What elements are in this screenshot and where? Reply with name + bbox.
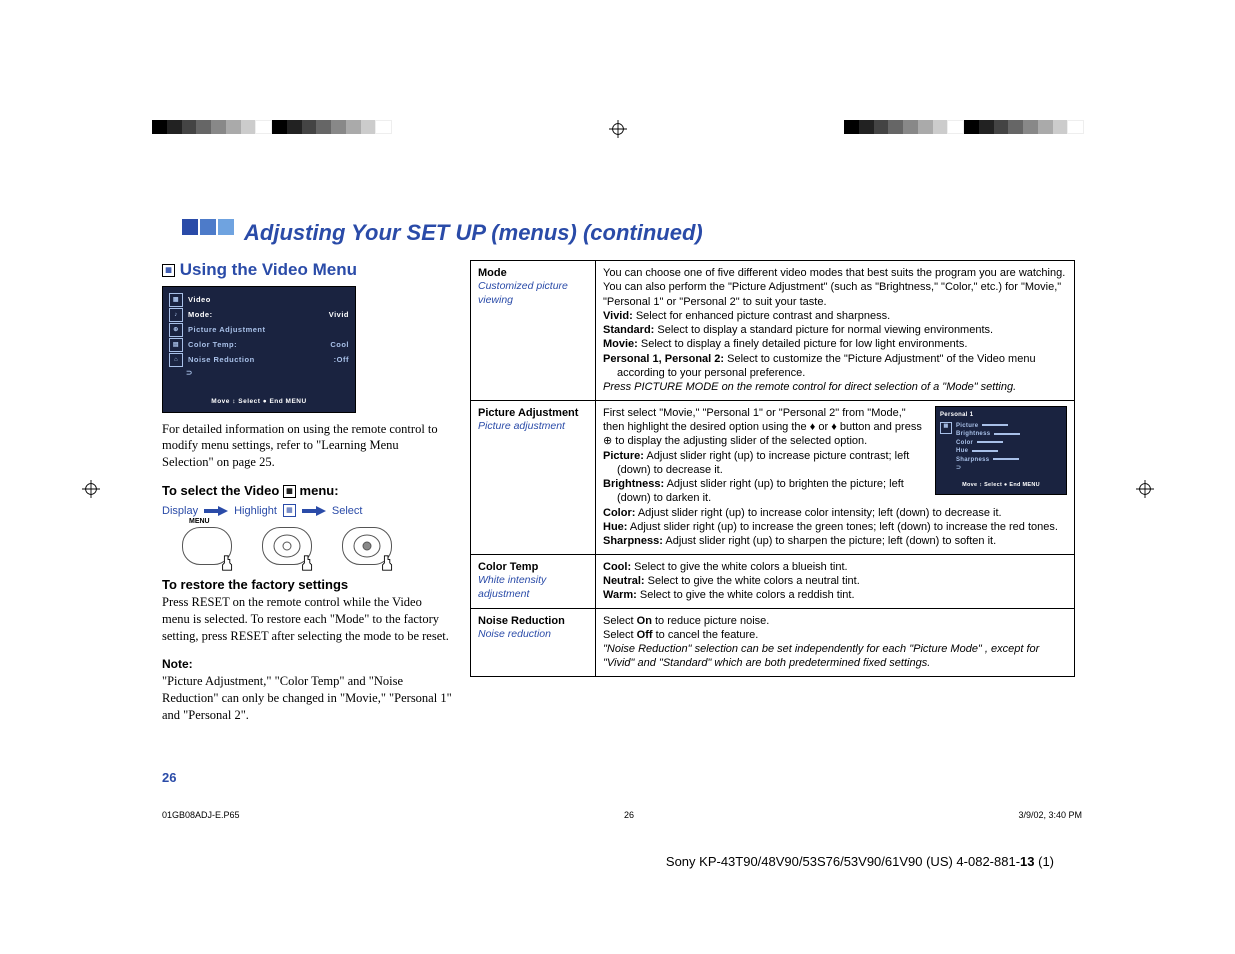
row-header-cell: Noise ReductionNoise reduction <box>471 608 596 676</box>
table-row: Noise ReductionNoise reductionSelect On … <box>471 608 1075 676</box>
osd-text: Video <box>188 295 211 306</box>
hand-icon <box>219 554 237 572</box>
calibration-bar-left <box>152 120 392 134</box>
dpad-icon <box>273 532 301 560</box>
osd-mini-screenshot: Personal 1▦PictureBrightnessColorHueShar… <box>935 406 1067 495</box>
row-title: Picture Adjustment <box>478 406 588 420</box>
left-column: ▦ Using the Video Menu ▦ Video ♪ Mode: Vivi… <box>162 260 452 724</box>
table-row: Picture AdjustmentPicture adjustment Pers… <box>471 400 1075 554</box>
body-italic-text: "Noise Reduction" selection can be set i… <box>603 642 1067 671</box>
remote-illustrations: MENU <box>182 527 452 565</box>
registration-mark-icon <box>609 120 627 138</box>
section-heading-video-menu: ▦ Using the Video Menu <box>162 260 452 280</box>
osd-setup-icon: ⌂ <box>169 353 183 367</box>
definition-line: Cool: Select to give the white colors a … <box>603 560 1067 574</box>
row-title: Color Temp <box>478 560 588 574</box>
body-italic-text: Press PICTURE MODE on the remote control… <box>603 380 1067 394</box>
body-text: For detailed information on using the re… <box>162 421 452 472</box>
osd-channel-icon: ▤ <box>169 338 183 352</box>
dpad-icon <box>353 532 381 560</box>
body-text: You can choose one of five different vid… <box>603 266 1067 309</box>
row-title: Mode <box>478 266 588 280</box>
sub-heading-restore: To restore the factory settings <box>162 577 452 592</box>
definition-line: Vivid: Select for enhanced picture contr… <box>603 309 1067 323</box>
table-row: ModeCustomized picture viewingYou can ch… <box>471 261 1075 401</box>
footer-filename: 01GB08ADJ-E.P65 <box>162 810 240 820</box>
body-text: Select On to reduce picture noise. <box>603 614 1067 628</box>
row-header-cell: ModeCustomized picture viewing <box>471 261 596 401</box>
proc-select-label: Select <box>332 505 363 517</box>
osd-text: Noise Reduction <box>188 355 255 364</box>
osd-text: Mode: <box>188 310 213 319</box>
page-title: Adjusting Your SET UP (menus) (continued… <box>244 220 703 246</box>
row-subtitle: White intensity adjustment <box>478 574 588 601</box>
hand-icon <box>299 554 317 572</box>
definition-line: Warm: Select to give the white colors a … <box>603 588 1067 602</box>
sub-heading-select: To select the Video ▦ menu: <box>162 483 452 498</box>
osd-text: Vivid <box>329 310 349 321</box>
osd-footer-text: Move ↕ Select ● End MENU <box>169 397 349 406</box>
info-table: ModeCustomized picture viewingYou can ch… <box>470 260 1075 677</box>
osd-audio-icon: ♪ <box>169 308 183 322</box>
osd-video-icon: ▦ <box>169 293 183 307</box>
menu-button-label: MENU <box>189 518 210 525</box>
right-column: ModeCustomized picture viewingYou can ch… <box>470 260 1075 724</box>
body-text: Press RESET on the remote control while … <box>162 594 452 645</box>
definition-line: Movie: Select to display a finely detail… <box>603 337 1067 351</box>
table-row: Color TempWhite intensity adjustment Cool… <box>471 554 1075 608</box>
definition-line: Hue: Adjust slider right (up) to increas… <box>603 520 1067 534</box>
row-subtitle: Noise reduction <box>478 628 588 642</box>
row-body-cell: You can choose one of five different vid… <box>596 261 1075 401</box>
note-heading: Note: <box>162 657 452 671</box>
footer-date: 3/9/02, 3:40 PM <box>1018 810 1082 820</box>
osd-return-icon: ⊃ <box>186 368 193 379</box>
row-body-cell: Select On to reduce picture noise.Select… <box>596 608 1075 676</box>
remote-select-button-icon <box>342 527 392 565</box>
osd-text: :Off <box>334 355 349 366</box>
product-model-line: Sony KP-43T90/48V90/53S76/53V90/61V90 (U… <box>666 854 1054 869</box>
row-body-cell: Cool: Select to give the white colors a … <box>596 554 1075 608</box>
row-subtitle: Picture adjustment <box>478 420 588 434</box>
arrow-right-icon <box>302 506 326 516</box>
osd-timer-icon: ⊕ <box>169 323 183 337</box>
proc-highlight-label: Highlight <box>234 505 277 517</box>
calibration-bar-right <box>844 120 1084 134</box>
hand-icon <box>379 554 397 572</box>
footer-line: 01GB08ADJ-E.P65 26 3/9/02, 3:40 PM <box>162 810 1112 820</box>
definition-line: Standard: Select to display a standard p… <box>603 323 1067 337</box>
remote-nav-button-icon <box>262 527 312 565</box>
page-number: 26 <box>162 770 176 785</box>
body-text: Select Off to cancel the feature. <box>603 628 1067 642</box>
title-decoration-icon <box>182 219 234 235</box>
proc-display-label: Display <box>162 505 198 517</box>
definition-line: Sharpness: Adjust slider right (up) to s… <box>603 534 1067 548</box>
registration-mark-icon <box>1136 480 1154 498</box>
video-icon: ▦ <box>283 485 296 498</box>
row-header-cell: Picture AdjustmentPicture adjustment <box>471 400 596 554</box>
osd-text: Color Temp: <box>188 340 237 349</box>
procedure-row: Display Highlight ▦ Select <box>162 504 452 517</box>
definition-line: Personal 1, Personal 2: Select to custom… <box>603 352 1067 381</box>
footer-page: 26 <box>624 810 634 820</box>
video-icon: ▦ <box>283 504 296 517</box>
video-icon: ▦ <box>162 264 175 277</box>
row-subtitle: Customized picture viewing <box>478 280 588 307</box>
registration-mark-icon <box>82 480 100 498</box>
definition-line: Color: Adjust slider right (up) to incre… <box>603 506 1067 520</box>
row-title: Noise Reduction <box>478 614 588 628</box>
section-heading-text: Using the Video Menu <box>180 260 357 279</box>
remote-menu-button-icon: MENU <box>182 527 232 565</box>
arrow-right-icon <box>204 506 228 516</box>
osd-text: Cool <box>330 340 349 351</box>
osd-text: Picture Adjustment <box>188 325 265 336</box>
definition-line: Neutral: Select to give the white colors… <box>603 574 1067 588</box>
note-body: "Picture Adjustment," "Color Temp" and "… <box>162 673 452 724</box>
osd-screenshot: ▦ Video ♪ Mode: Vivid ⊕ Picture Adjustment ▤… <box>162 286 356 413</box>
row-header-cell: Color TempWhite intensity adjustment <box>471 554 596 608</box>
row-body-cell: Personal 1▦PictureBrightnessColorHueShar… <box>596 400 1075 554</box>
